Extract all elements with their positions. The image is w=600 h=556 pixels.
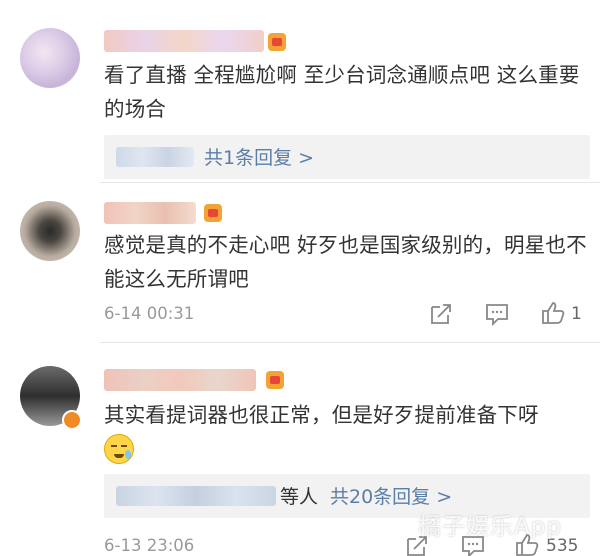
comment-icon[interactable] [484, 301, 510, 327]
share-icon[interactable] [428, 301, 454, 327]
reply-prefix: 等人 [280, 486, 319, 508]
divider [100, 182, 600, 183]
crown-badge-icon [266, 371, 284, 389]
comment-timestamp: 6-14 00:31 [104, 304, 195, 323]
comment-text: 感觉是真的不走心吧 好歹也是国家级别的，明星也不能这么无所谓吧 [104, 233, 587, 291]
avatar[interactable] [20, 28, 80, 88]
reply-preview[interactable]: 共1条回复 > [104, 135, 590, 179]
like-icon[interactable] [540, 300, 566, 326]
crown-badge-icon [204, 204, 222, 222]
username-blurred[interactable] [104, 202, 196, 224]
username-blurred[interactable] [104, 369, 256, 391]
reply-count-link[interactable]: 共20条回复 > [330, 482, 452, 509]
verified-v-icon [62, 410, 82, 430]
crown-badge-icon [268, 33, 286, 51]
comment-timestamp: 6-13 23:06 [104, 536, 195, 555]
comment-text: 看了直播 全程尴尬啊 至少台词念通顺点吧 这么重要的场合 [104, 63, 580, 121]
reply-usernames-blurred [116, 147, 194, 167]
username-blurred[interactable] [104, 30, 264, 52]
reply-usernames-blurred [116, 486, 276, 506]
reply-count-link[interactable]: 共1条回复 > [204, 143, 314, 170]
sweat-emoji-icon [104, 434, 134, 464]
watermark: 橘子娱乐App [418, 514, 562, 540]
avatar[interactable] [20, 201, 80, 261]
comment-text: 其实看提词器也很正常，但是好歹提前准备下呀 [104, 403, 539, 427]
divider [100, 342, 600, 343]
like-count: 1 [571, 304, 582, 324]
